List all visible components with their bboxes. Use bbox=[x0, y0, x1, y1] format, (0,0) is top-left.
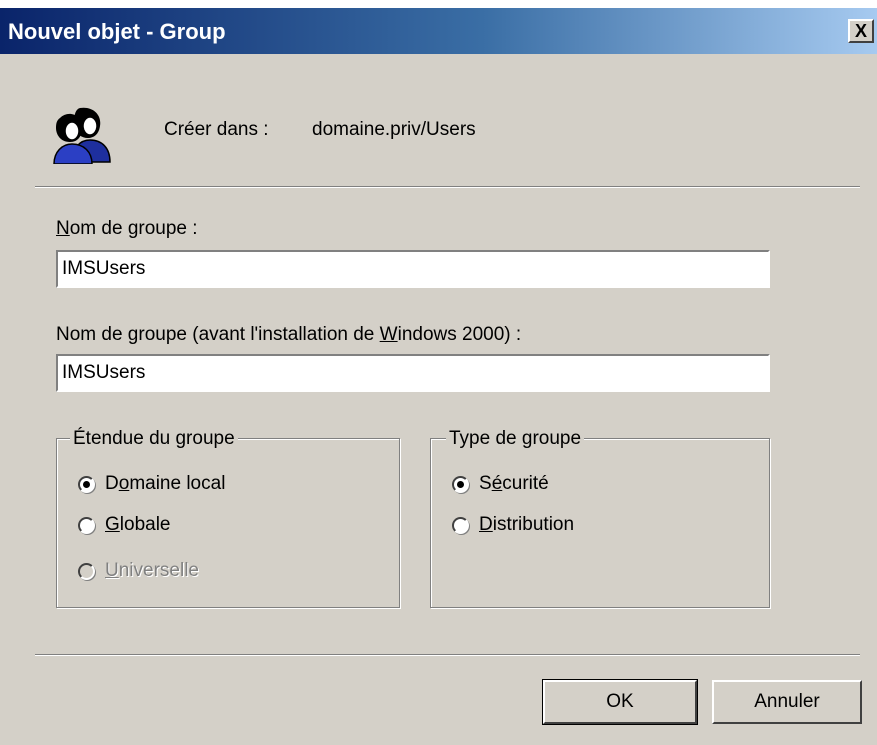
scope-global-label: Globale bbox=[105, 514, 171, 535]
group-name-label: Nom de groupe : bbox=[56, 218, 198, 239]
scope-domain-local-radio[interactable]: Domaine local bbox=[78, 473, 225, 495]
separator-top bbox=[35, 186, 860, 188]
new-group-dialog: Nouvel objet - Group X Créer dans : doma… bbox=[0, 0, 877, 745]
cancel-button[interactable]: Annuler bbox=[712, 680, 862, 724]
radio-checked-icon[interactable] bbox=[78, 475, 95, 493]
scope-universal-label: Universelle bbox=[105, 560, 199, 581]
group-name-pre2000-label: Nom de groupe (avant l'installation de W… bbox=[56, 324, 522, 345]
radio-checked-icon[interactable] bbox=[452, 475, 469, 493]
scope-universal-radio: Universelle bbox=[78, 560, 199, 582]
create-in-path: domaine.priv/Users bbox=[312, 119, 476, 140]
group-type-legend: Type de groupe bbox=[446, 428, 585, 450]
radio-unchecked-icon[interactable] bbox=[78, 516, 95, 534]
scope-global-radio[interactable]: Globale bbox=[78, 514, 171, 536]
title-bar[interactable]: Nouvel objet - Group X bbox=[0, 8, 877, 54]
type-security-label: Sécurité bbox=[479, 473, 549, 494]
close-button[interactable]: X bbox=[848, 19, 874, 43]
separator-bottom bbox=[35, 654, 860, 656]
create-in-label: Créer dans : bbox=[164, 119, 269, 140]
type-security-radio[interactable]: Sécurité bbox=[452, 473, 549, 495]
type-distribution-label: Distribution bbox=[479, 514, 575, 535]
top-edge bbox=[0, 0, 877, 8]
scope-domain-local-label: Domaine local bbox=[105, 473, 226, 494]
type-distribution-radio[interactable]: Distribution bbox=[452, 514, 574, 536]
group-name-input[interactable] bbox=[56, 250, 770, 288]
radio-unchecked-icon[interactable] bbox=[452, 516, 469, 534]
user-group-icon bbox=[53, 107, 111, 164]
radio-disabled-icon bbox=[78, 562, 95, 580]
window-title: Nouvel objet - Group bbox=[8, 19, 226, 44]
ok-button[interactable]: OK bbox=[542, 679, 698, 725]
close-icon: X bbox=[854, 21, 867, 41]
group-scope-legend: Étendue du groupe bbox=[70, 428, 238, 450]
group-name-pre2000-input[interactable] bbox=[56, 354, 770, 392]
